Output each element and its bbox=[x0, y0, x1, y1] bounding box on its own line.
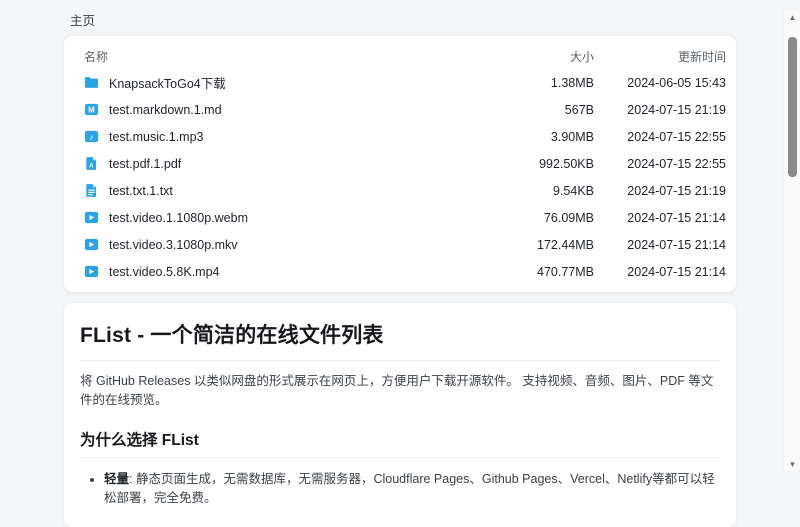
file-size: 172.44MB bbox=[494, 238, 594, 252]
bullet-text: : 静态页面生成，无需数据库，无需服务器，Cloudflare Pages、Gi… bbox=[104, 472, 715, 505]
markdown-file-icon: M bbox=[84, 102, 99, 117]
scrollbar-thumb[interactable] bbox=[788, 37, 797, 177]
section-title-why-flist: 为什么选择 FList bbox=[80, 428, 720, 458]
music-file-icon: ♪ bbox=[84, 129, 99, 144]
file-size: 3.90MB bbox=[494, 130, 594, 144]
readme-card: FList - 一个简洁的在线文件列表 将 GitHub Releases 以类… bbox=[64, 303, 736, 527]
table-row[interactable]: test.txt.1.txt 9.54KB 2024-07-15 21:19 bbox=[64, 177, 736, 204]
file-modified-time: 2024-06-05 15:43 bbox=[594, 76, 726, 90]
file-list: KnapsackToGo4下载 1.38MB 2024-06-05 15:43 … bbox=[64, 69, 736, 285]
breadcrumb-home-link[interactable]: 主页 bbox=[70, 10, 95, 29]
table-row[interactable]: test.video.5.8K.mp4 470.77MB 2024-07-15 … bbox=[64, 258, 736, 285]
video-file-icon bbox=[84, 210, 99, 225]
file-table-header: 名称 大小 更新时间 bbox=[64, 43, 736, 69]
file-modified-time: 2024-07-15 21:14 bbox=[594, 238, 726, 252]
file-name: test.video.1.1080p.webm bbox=[109, 211, 248, 225]
svg-text:♪: ♪ bbox=[89, 132, 93, 142]
file-size: 470.77MB bbox=[494, 265, 594, 279]
file-size: 567B bbox=[494, 103, 594, 117]
file-name: test.pdf.1.pdf bbox=[109, 157, 181, 171]
file-size: 992.50KB bbox=[494, 157, 594, 171]
file-modified-time: 2024-07-15 21:19 bbox=[594, 103, 726, 117]
content-area: 主页 名称 大小 更新时间 KnapsackToGo4下载 1.38MB 202… bbox=[0, 10, 800, 527]
file-name: test.markdown.1.md bbox=[109, 103, 222, 117]
pdf-file-icon: A bbox=[84, 156, 99, 171]
file-modified-time: 2024-07-15 22:55 bbox=[594, 130, 726, 144]
file-size: 1.38MB bbox=[494, 76, 594, 90]
file-name: test.music.1.mp3 bbox=[109, 130, 203, 144]
bullet-term: 轻量 bbox=[104, 472, 129, 486]
table-row[interactable]: test.video.3.1080p.mkv 172.44MB 2024-07-… bbox=[64, 231, 736, 258]
file-name: test.txt.1.txt bbox=[109, 184, 173, 198]
file-modified-time: 2024-07-15 21:14 bbox=[594, 211, 726, 225]
table-row[interactable]: ♪ test.music.1.mp3 3.90MB 2024-07-15 22:… bbox=[64, 123, 736, 150]
file-modified-time: 2024-07-15 21:19 bbox=[594, 184, 726, 198]
intro-paragraph: 将 GitHub Releases 以类似网盘的形式展示在网页上，方便用户下载开… bbox=[80, 372, 720, 411]
column-header-name: 名称 bbox=[84, 48, 494, 65]
table-row[interactable]: test.video.1.1080p.webm 76.09MB 2024-07-… bbox=[64, 204, 736, 231]
scroll-down-arrow-icon[interactable]: ▼ bbox=[784, 457, 800, 471]
feature-bullet-list: 轻量: 静态页面生成，无需数据库，无需服务器，Cloudflare Pages、… bbox=[104, 470, 720, 508]
page-title: FList - 一个简洁的在线文件列表 bbox=[80, 319, 720, 361]
svg-text:A: A bbox=[89, 163, 94, 170]
column-header-modified: 更新时间 bbox=[594, 48, 726, 65]
table-row[interactable]: KnapsackToGo4下载 1.38MB 2024-06-05 15:43 bbox=[64, 69, 736, 96]
file-size: 76.09MB bbox=[494, 211, 594, 225]
file-name: KnapsackToGo4下载 bbox=[109, 73, 226, 92]
video-file-icon bbox=[84, 264, 99, 279]
file-name: test.video.3.1080p.mkv bbox=[109, 238, 238, 252]
table-row[interactable]: A test.pdf.1.pdf 992.50KB 2024-07-15 22:… bbox=[64, 150, 736, 177]
file-name: test.video.5.8K.mp4 bbox=[109, 265, 219, 279]
file-modified-time: 2024-07-15 22:55 bbox=[594, 157, 726, 171]
vertical-scrollbar[interactable]: ▲ ▼ bbox=[783, 10, 800, 471]
video-file-icon bbox=[84, 237, 99, 252]
file-list-card: 名称 大小 更新时间 KnapsackToGo4下载 1.38MB 2024-0… bbox=[64, 36, 736, 292]
column-header-size: 大小 bbox=[494, 48, 594, 65]
text-file-icon bbox=[84, 183, 99, 198]
scroll-up-arrow-icon[interactable]: ▲ bbox=[784, 10, 800, 24]
flist-page: { "colors": { "icon_blue": "#2ba3e8", "f… bbox=[0, 10, 800, 471]
folder-icon bbox=[84, 75, 99, 90]
file-size: 9.54KB bbox=[494, 184, 594, 198]
svg-text:M: M bbox=[88, 106, 95, 115]
file-modified-time: 2024-07-15 21:14 bbox=[594, 265, 726, 279]
list-item: 轻量: 静态页面生成，无需数据库，无需服务器，Cloudflare Pages、… bbox=[104, 470, 720, 508]
table-row[interactable]: M test.markdown.1.md 567B 2024-07-15 21:… bbox=[64, 96, 736, 123]
